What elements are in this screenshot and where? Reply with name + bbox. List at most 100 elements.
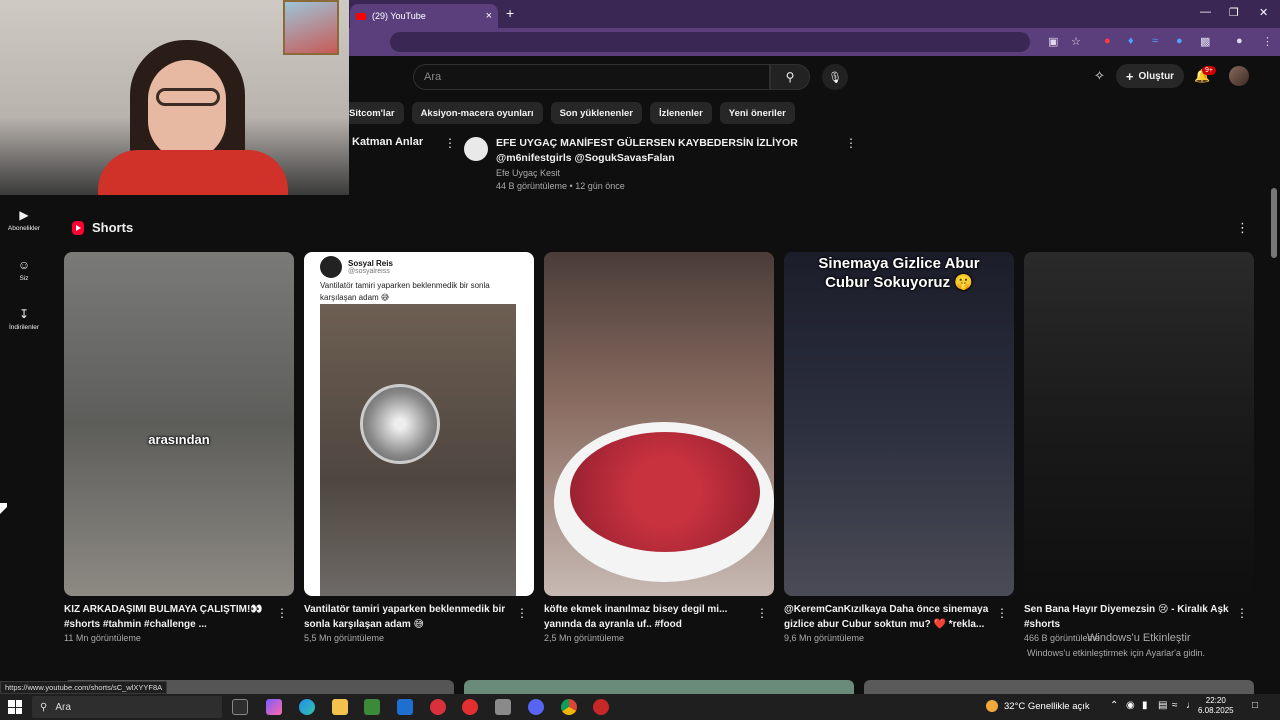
discord-icon[interactable] (528, 699, 544, 715)
tweet-name: Sosyal Reis (348, 259, 393, 268)
chrome-icon[interactable] (561, 699, 577, 715)
video-title[interactable]: EFE UYGAÇ MANİFEST GÜLERSEN KAYBEDERSİN … (496, 136, 836, 166)
short-thumbnail[interactable]: Sosyal Reis @sosyalreiss Vantilatör tami… (304, 252, 534, 596)
you-icon: ☺ (17, 258, 31, 272)
tab-youtube[interactable]: (29) YouTube × (350, 4, 498, 28)
link-status-url: https://www.youtube.com/shorts/sC_wlXYYF… (0, 681, 168, 694)
person-face (148, 60, 226, 160)
chip-action-adventure[interactable]: Aksiyon-macera oyunları (411, 102, 543, 124)
bookmark-star-icon[interactable]: ☆ (1071, 35, 1081, 48)
chip-new-to-you[interactable]: Yeni öneriler (719, 102, 795, 124)
youtube-favicon-icon (356, 12, 366, 20)
more-options-icon[interactable]: ⋮ (444, 136, 456, 150)
taskbar-search-input[interactable]: ⚲ Ara (32, 696, 222, 718)
short-thumbnail[interactable]: Sinemaya Gizlice Abur Cubur Sokuyoruz 🤫 (784, 252, 1014, 596)
create-button[interactable]: + Oluştur (1116, 64, 1184, 88)
microphone-icon[interactable]: ▮ (1142, 700, 1148, 711)
search-button[interactable]: ⚲ (770, 64, 810, 90)
short-title[interactable]: @KeremCanKızılkaya Daha önce sinemaya gi… (784, 602, 994, 632)
search-input[interactable]: Ara (413, 64, 770, 90)
person-shirt (98, 150, 288, 195)
more-options-icon[interactable]: ⋮ (845, 136, 857, 150)
more-options-icon[interactable]: ⋮ (276, 606, 288, 620)
extension-icon[interactable]: ♦ (1128, 35, 1134, 47)
short-card[interactable]: Sinemaya Gizlice Abur Cubur Sokuyoruz 🤫 … (784, 252, 1014, 643)
minimize-icon[interactable]: — (1200, 6, 1211, 18)
tray-app-icon[interactable]: ◉ (1126, 700, 1135, 711)
extensions-puzzle-icon[interactable]: ▩ (1200, 35, 1210, 48)
weather-widget[interactable]: 32°C Genellikle açık (986, 700, 1090, 712)
browser-menu-icon[interactable]: ⋮ (1262, 35, 1273, 48)
short-card[interactable]: Sosyal Reis @sosyalreiss Vantilatör tami… (304, 252, 534, 643)
sidebar-item-you[interactable]: ☺ Siz (0, 258, 48, 282)
short-thumbnail[interactable] (1024, 252, 1254, 596)
more-options-icon[interactable]: ⋮ (516, 606, 528, 620)
sidebar-item-label: İndirilenler (9, 324, 39, 331)
search-icon: ⚲ (40, 701, 48, 713)
sidebar-item-subscriptions[interactable]: ▶ Abonelikler (0, 208, 48, 232)
extension-icon[interactable]: ≈ (1152, 35, 1158, 47)
outlook-icon[interactable] (397, 699, 413, 715)
short-card[interactable]: köfte ekmek inanılmaz bisey degil mi... … (544, 252, 774, 643)
more-options-icon[interactable]: ⋮ (756, 606, 768, 620)
recorder-icon[interactable] (593, 699, 609, 715)
taskbar-search-placeholder: Ara (55, 701, 71, 713)
wifi-icon[interactable]: ≈ (1172, 700, 1178, 711)
short-card[interactable]: arasından KIZ ARKADAŞIMI BULMAYA ÇALIŞTI… (64, 252, 294, 643)
profile-icon[interactable]: ● (1236, 35, 1243, 47)
next-thumbnail[interactable] (864, 680, 1254, 694)
avatar[interactable] (1229, 66, 1249, 86)
more-options-icon[interactable]: ⋮ (1236, 606, 1248, 620)
chip-sitcoms[interactable]: Sitcom'lar (340, 102, 404, 124)
extension-icon[interactable]: ● (1104, 35, 1111, 47)
cast-icon[interactable]: ▣ (1048, 35, 1058, 48)
voice-search-button[interactable]: 🎙 (822, 64, 848, 90)
windows-start-icon[interactable] (8, 700, 22, 714)
short-title[interactable]: Vantilatör tamiri yaparken beklenmedik b… (304, 602, 514, 632)
tweet-text: Vantilatör tamiri yaparken beklenmedik b… (320, 281, 490, 302)
chip-watched[interactable]: İzlenenler (649, 102, 712, 124)
channel-avatar[interactable] (464, 137, 488, 161)
volume-icon[interactable]: ♩ (1186, 700, 1196, 711)
video-title[interactable]: Katman Anlar (352, 136, 423, 148)
video-meta: 44 B görüntüleme • 12 gün önce (496, 181, 625, 191)
tweet-handle: @sosyalreiss (348, 268, 390, 275)
person-glasses (156, 88, 220, 106)
notification-center-icon[interactable]: □ (1252, 700, 1258, 711)
close-window-icon[interactable]: ✕ (1259, 6, 1268, 19)
more-options-icon[interactable]: ⋮ (996, 606, 1008, 620)
channel-name[interactable]: Efe Uygaç Kesit (496, 168, 560, 178)
short-views: 5,5 Mn görüntüleme (304, 633, 385, 643)
edge-icon[interactable] (299, 699, 315, 715)
short-title[interactable]: KIZ ARKADAŞIMI BULMAYA ÇALIŞTIM!👀 #short… (64, 602, 274, 632)
more-options-icon[interactable]: ⋮ (1236, 220, 1249, 236)
yandex-icon[interactable] (430, 699, 446, 715)
opera-icon[interactable] (462, 699, 478, 715)
extension-icon[interactable]: ● (1176, 35, 1183, 47)
store-icon[interactable] (364, 699, 380, 715)
maximize-icon[interactable]: ❐ (1229, 6, 1239, 19)
close-tab-icon[interactable]: × (486, 10, 492, 22)
magic-icon[interactable]: ✧ (1094, 68, 1105, 84)
thumbnail-caption: Sinemaya Gizlice Abur Cubur Sokuyoruz 🤫 (818, 255, 980, 291)
chip-recently-uploaded[interactable]: Son yüklenenler (550, 102, 642, 124)
address-bar[interactable] (390, 32, 1030, 52)
sidebar-item-downloads[interactable]: ↧ İndirilenler (0, 307, 48, 331)
new-tab-button[interactable]: + (506, 5, 514, 21)
copilot-icon[interactable] (266, 699, 282, 715)
task-view-icon[interactable] (232, 699, 248, 715)
taskbar-clock[interactable]: 22:20 6.08.2025 (1198, 696, 1234, 716)
tray-chevron-icon[interactable]: ⌃ (1110, 700, 1118, 711)
search-icon: ⚲ (785, 70, 795, 84)
network-icon[interactable]: ▤ (1158, 700, 1167, 711)
short-thumbnail[interactable]: arasından (64, 252, 294, 596)
scrollbar-thumb[interactable] (1271, 188, 1277, 258)
app-icon[interactable] (495, 699, 511, 715)
short-card[interactable]: Sen Bana Hayır Diyemezsin 😢 - Kiralık Aş… (1024, 252, 1254, 643)
file-explorer-icon[interactable] (332, 699, 348, 715)
next-thumbnail[interactable] (464, 680, 854, 694)
short-title[interactable]: köfte ekmek inanılmaz bisey degil mi... … (544, 602, 754, 632)
kofte-graphic (570, 432, 760, 552)
short-title[interactable]: Sen Bana Hayır Diyemezsin 😢 - Kiralık Aş… (1024, 602, 1234, 632)
short-thumbnail[interactable] (544, 252, 774, 596)
